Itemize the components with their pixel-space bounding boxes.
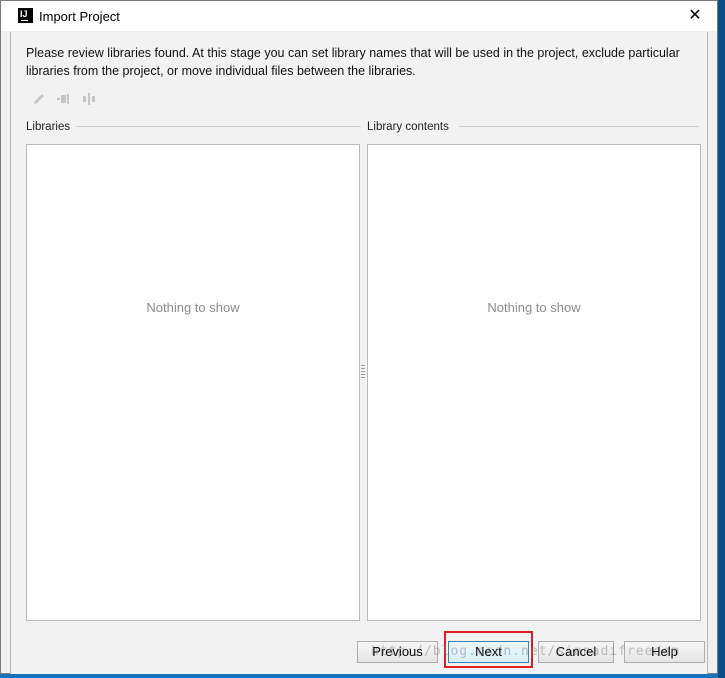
next-button-label: Next: [475, 644, 502, 659]
merge-icon[interactable]: [56, 92, 72, 108]
cancel-button-label: Cancel: [555, 644, 597, 659]
library-contents-list[interactable]: Nothing to show: [367, 144, 701, 621]
library-contents-divider: [459, 126, 699, 127]
window-title: Import Project: [39, 9, 120, 24]
library-contents-empty-text: Nothing to show: [487, 300, 581, 315]
import-project-dialog: IJ Import Project ✕ Please review librar…: [0, 0, 718, 674]
help-button-label: Help: [651, 644, 678, 659]
split-icon[interactable]: [81, 92, 97, 108]
library-contents-label: Library contents: [367, 121, 455, 133]
intellij-app-icon: IJ: [18, 8, 33, 23]
instructions-text: Please review libraries found. At this s…: [26, 46, 680, 78]
libraries-list[interactable]: Nothing to show: [26, 144, 360, 621]
libraries-label: Libraries: [26, 121, 77, 133]
dialog-content: Please review libraries found. At this s…: [10, 32, 708, 674]
splitter-handle[interactable]: [361, 365, 365, 379]
close-button[interactable]: ✕: [673, 1, 717, 31]
previous-button[interactable]: Previous: [357, 641, 438, 663]
app-icon-letters: IJ: [20, 9, 28, 19]
cancel-button[interactable]: Cancel: [538, 641, 614, 663]
previous-button-label: Previous: [372, 644, 423, 659]
desktop-background: [718, 0, 725, 678]
help-button[interactable]: Help: [624, 641, 705, 663]
libraries-divider: [74, 126, 361, 127]
libraries-empty-text: Nothing to show: [146, 300, 240, 315]
next-button[interactable]: Next: [448, 641, 529, 663]
close-icon: ✕: [688, 7, 702, 24]
edit-icon[interactable]: [31, 92, 47, 108]
title-bar: IJ Import Project ✕: [1, 1, 717, 31]
